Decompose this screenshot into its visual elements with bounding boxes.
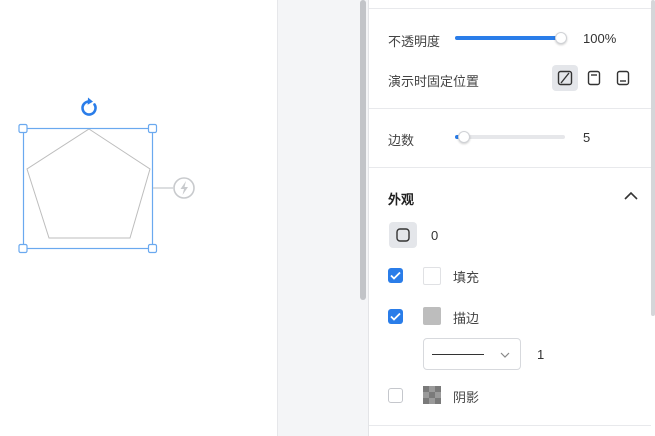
panel-scrollbar[interactable] (651, 0, 655, 316)
divider (369, 108, 651, 109)
design-canvas[interactable] (0, 0, 277, 436)
chevron-down-icon (500, 352, 510, 358)
stroke-style-select[interactable] (423, 338, 521, 370)
canvas-scroll-thumb[interactable] (360, 0, 366, 300)
pentagon-shape[interactable] (26, 128, 151, 239)
rotate-handle-icon[interactable] (81, 97, 97, 116)
appearance-title: 外观 (388, 192, 415, 207)
opacity-value: 100% (583, 31, 617, 46)
opacity-slider[interactable] (455, 36, 561, 40)
checkmark-icon (390, 312, 401, 321)
stroke-label: 描边 (453, 311, 480, 326)
sides-label: 边数 (388, 133, 415, 148)
not-fixed-icon (557, 70, 573, 86)
fill-label: 填充 (453, 270, 480, 285)
fixed-position-label: 演示时固定位置 (388, 74, 480, 89)
opacity-slider-thumb[interactable] (555, 32, 567, 44)
fill-color-swatch[interactable] (423, 267, 441, 285)
shadow-checkbox[interactable] (388, 388, 403, 403)
interaction-lightning-icon[interactable] (173, 177, 195, 199)
resize-handle-top-left[interactable] (18, 123, 28, 134)
resize-handle-bottom-left[interactable] (18, 243, 28, 254)
opacity-slider-fill (455, 36, 561, 40)
corner-radius-icon (396, 228, 410, 242)
corner-radius-value[interactable]: 0 (431, 228, 438, 243)
stroke-checkbox[interactable] (388, 309, 403, 324)
fill-checkbox[interactable] (388, 268, 403, 283)
sides-slider-thumb[interactable] (458, 131, 470, 143)
canvas-gutter (277, 0, 357, 436)
canvas-scrollbar[interactable] (357, 0, 369, 436)
fix-bottom-button[interactable] (610, 65, 636, 91)
resize-handle-bottom-right[interactable] (147, 243, 158, 254)
divider (369, 8, 651, 9)
corner-radius-button[interactable] (389, 222, 417, 248)
sides-slider[interactable] (455, 135, 565, 139)
checkmark-icon (390, 271, 401, 280)
properties-panel: 不透明度 100% 演示时固定位置 边数 5 外观 0 填充 描边 1 阴影 (369, 0, 655, 436)
stroke-width-value[interactable]: 1 (537, 347, 544, 362)
shadow-label: 阴影 (453, 390, 480, 405)
not-fixed-button[interactable] (552, 65, 578, 91)
resize-handle-top-right[interactable] (147, 123, 158, 134)
stroke-color-swatch[interactable] (423, 307, 441, 325)
fix-bottom-icon (616, 70, 630, 86)
fix-top-icon (587, 70, 601, 86)
canvas-svg (18, 97, 195, 254)
divider (369, 425, 651, 426)
chevron-up-icon[interactable] (624, 191, 638, 201)
fix-top-button[interactable] (581, 65, 607, 91)
shadow-preview-swatch[interactable] (423, 386, 441, 404)
divider (369, 167, 651, 168)
opacity-label: 不透明度 (388, 34, 441, 49)
sides-value: 5 (583, 130, 591, 145)
solid-line-preview (432, 354, 484, 355)
